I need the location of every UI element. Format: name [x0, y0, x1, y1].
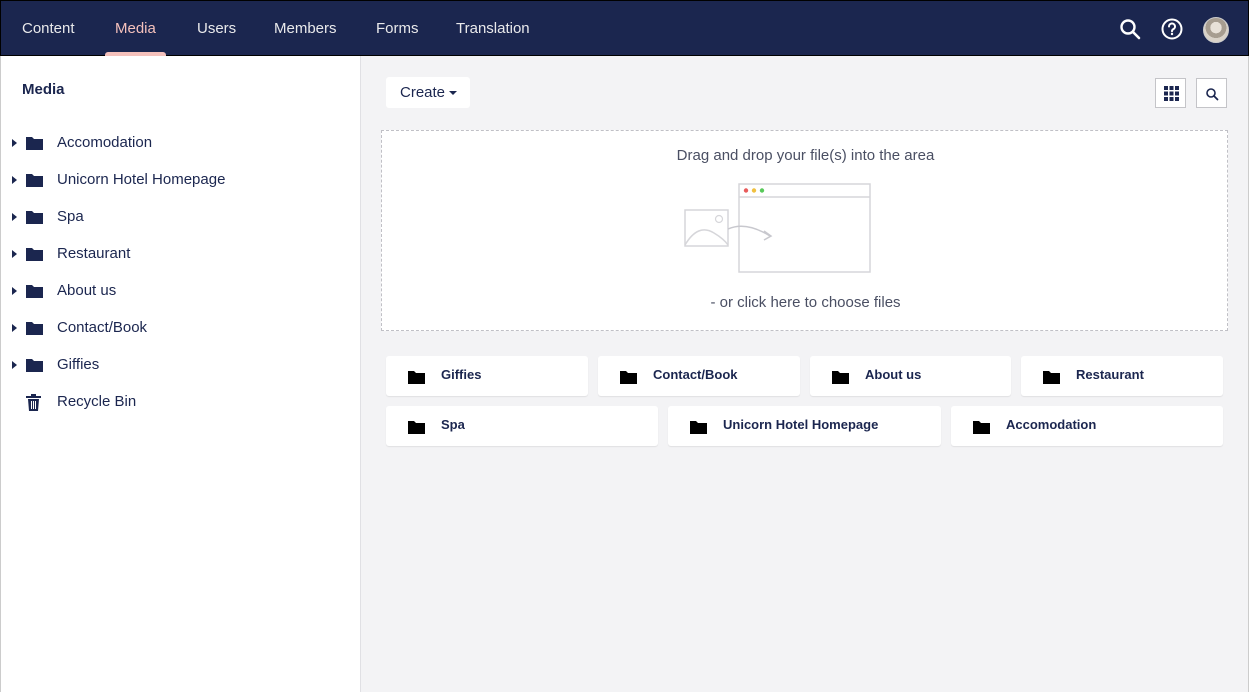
folder-icon [26, 174, 43, 187]
folder-icon [1043, 371, 1060, 384]
folder-tile-label: Spa [441, 417, 465, 432]
dropzone-title: Drag and drop your file(s) into the area [676, 147, 935, 164]
search-icon [1206, 88, 1219, 101]
sidebar-item-label: Restaurant [57, 245, 131, 262]
dropzone-choose-files-link[interactable]: - or click here to choose files [382, 294, 1229, 311]
folder-icon [832, 371, 849, 384]
folder-icon [408, 371, 425, 384]
folder-tile-label: Unicorn Hotel Homepage [723, 417, 879, 432]
caret-right-icon[interactable] [12, 287, 17, 295]
folder-tile-label: Restaurant [1076, 367, 1144, 382]
folder-icon [26, 248, 43, 261]
sidebar-title: Media [22, 81, 65, 98]
folder-tile-contact-book[interactable]: Contact/Book [598, 356, 800, 396]
nav-users[interactable]: Users [187, 1, 246, 56]
sidebar: Media Accomodation Unicorn Hotel Homepag… [0, 56, 361, 692]
nav-media[interactable]: Media [105, 1, 166, 56]
upload-dropzone[interactable]: Drag and drop your file(s) into the area… [381, 130, 1228, 331]
sidebar-item-accomodation[interactable]: Accomodation [1, 126, 361, 163]
folder-tile-about-us[interactable]: About us [810, 356, 1011, 396]
folder-tile-accomodation[interactable]: Accomodation [951, 406, 1223, 446]
sidebar-item-label: Recycle Bin [57, 393, 137, 410]
create-button[interactable]: Create [386, 77, 470, 108]
sidebar-item-spa[interactable]: Spa [1, 200, 361, 237]
folder-icon [26, 322, 43, 335]
sidebar-item-label: Accomodation [57, 134, 153, 151]
folder-tile-label: About us [865, 367, 922, 382]
sidebar-item-recycle-bin[interactable]: Recycle Bin [1, 385, 361, 422]
sidebar-item-contact-book[interactable]: Contact/Book [1, 311, 361, 348]
folder-tile-giffies[interactable]: Giffies [386, 356, 588, 396]
nav-translation[interactable]: Translation [446, 1, 540, 56]
folder-tile-restaurant[interactable]: Restaurant [1021, 356, 1223, 396]
folder-icon [973, 421, 990, 434]
folder-icon [26, 359, 43, 372]
caret-right-icon[interactable] [12, 250, 17, 258]
folder-tile-spa[interactable]: Spa [386, 406, 658, 446]
folder-icon [26, 285, 43, 298]
top-navigation: Content Media Users Members Forms Transl… [0, 0, 1249, 56]
caret-right-icon[interactable] [12, 176, 17, 184]
drag-drop-illustration-icon [684, 183, 871, 273]
folder-icon [408, 421, 425, 434]
folder-icon [26, 137, 43, 150]
user-avatar[interactable] [1203, 17, 1229, 43]
sidebar-item-label: Contact/Book [57, 319, 148, 336]
caret-right-icon[interactable] [12, 213, 17, 221]
folder-tile-label: Contact/Book [653, 367, 738, 382]
caret-right-icon[interactable] [12, 324, 17, 332]
sidebar-item-label: Unicorn Hotel Homepage [57, 171, 226, 188]
sidebar-item-label: Giffies [57, 356, 100, 373]
help-icon[interactable] [1160, 17, 1184, 41]
nav-content[interactable]: Content [12, 1, 85, 56]
nav-members[interactable]: Members [264, 1, 347, 56]
create-button-label: Create [400, 84, 446, 101]
sidebar-item-restaurant[interactable]: Restaurant [1, 237, 361, 274]
caret-right-icon[interactable] [12, 139, 17, 147]
search-button[interactable] [1196, 78, 1227, 108]
grid-icon [1164, 86, 1179, 101]
trash-icon [26, 394, 41, 411]
folder-tile-label: Accomodation [1006, 417, 1097, 432]
sidebar-item-about-us[interactable]: About us [1, 274, 361, 311]
folder-tile-unicorn-hotel-homepage[interactable]: Unicorn Hotel Homepage [668, 406, 941, 446]
folder-icon [690, 421, 707, 434]
sidebar-item-unicorn-hotel-homepage[interactable]: Unicorn Hotel Homepage [1, 163, 361, 200]
sidebar-item-label: About us [57, 282, 117, 299]
nav-forms[interactable]: Forms [366, 1, 429, 56]
grid-view-button[interactable] [1155, 78, 1186, 108]
sidebar-item-label: Spa [57, 208, 84, 225]
main-content: Create Drag and drop your file(s) into t… [361, 56, 1249, 692]
search-icon[interactable] [1118, 17, 1142, 41]
caret-down-icon [449, 91, 457, 95]
folder-tile-label: Giffies [441, 367, 482, 382]
folder-icon [620, 371, 637, 384]
folder-icon [26, 211, 43, 224]
sidebar-item-giffies[interactable]: Giffies [1, 348, 361, 385]
caret-right-icon[interactable] [12, 361, 17, 369]
